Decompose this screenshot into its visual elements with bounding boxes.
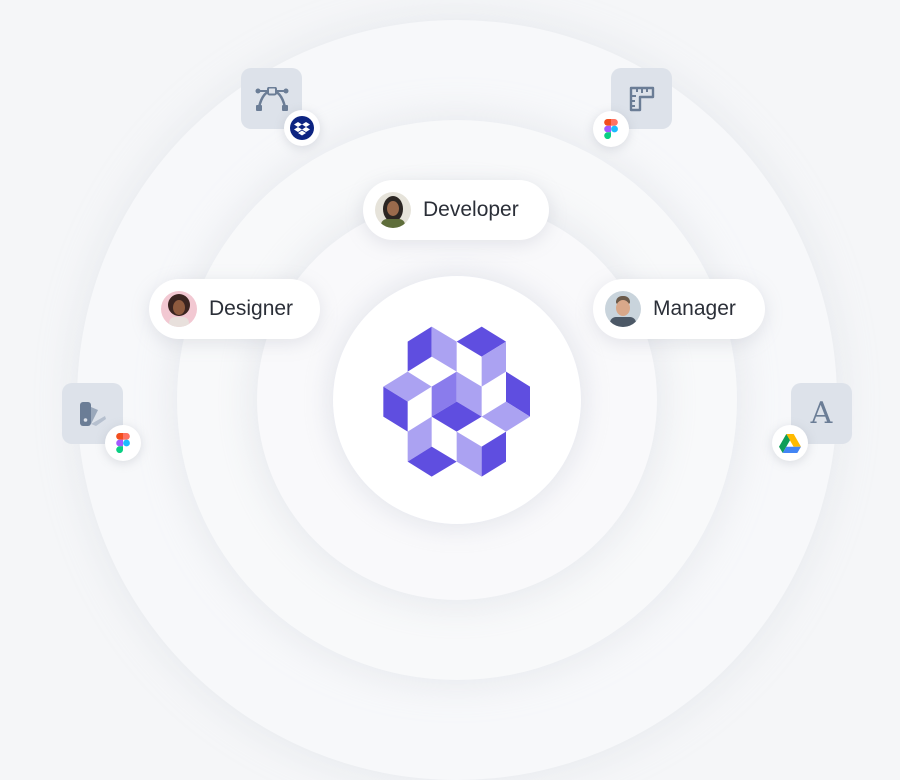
figma-badge <box>105 425 141 461</box>
dropbox-badge <box>284 110 320 146</box>
role-manager[interactable]: Manager <box>593 279 765 339</box>
figma-badge <box>593 111 629 147</box>
manager-avatar <box>605 291 641 327</box>
google-drive-icon <box>779 433 801 453</box>
role-label: Manager <box>653 297 736 320</box>
google-drive-badge <box>772 425 808 461</box>
developer-avatar <box>375 192 411 228</box>
designer-avatar <box>161 291 197 327</box>
brand-logo <box>383 326 530 477</box>
role-label: Developer <box>423 198 519 221</box>
ruler-icon <box>629 86 654 111</box>
bezier-pen-icon <box>255 86 288 111</box>
role-designer[interactable]: Designer <box>149 279 320 339</box>
typography-icon: A <box>810 396 833 431</box>
swatch-icon <box>79 401 106 426</box>
dropbox-icon <box>290 116 314 140</box>
role-label: Designer <box>209 297 294 320</box>
figma-icon <box>604 119 618 139</box>
role-developer[interactable]: Developer <box>363 180 549 240</box>
figma-icon <box>116 433 130 453</box>
